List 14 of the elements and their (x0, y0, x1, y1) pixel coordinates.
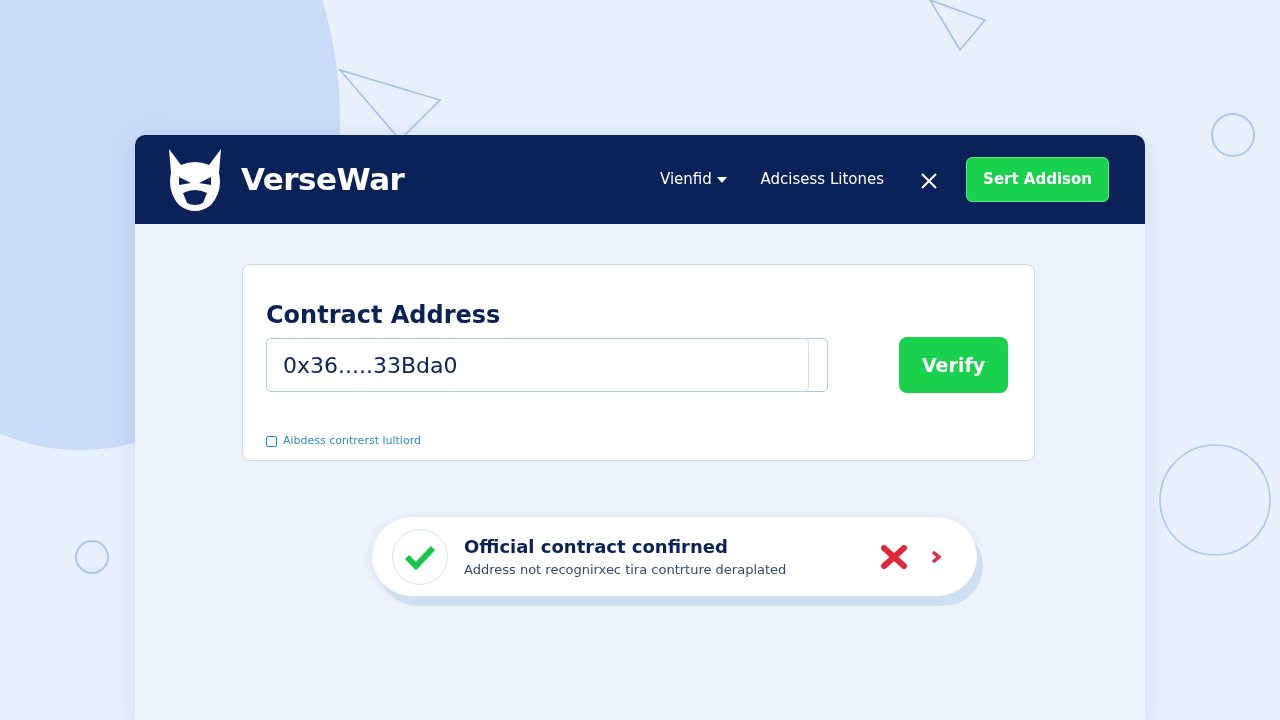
triangle-shape (928, 0, 987, 52)
toast-title: Official contract confirned (464, 535, 729, 560)
nav-link[interactable]: Adcisess Litones (760, 168, 885, 191)
chevron-right-icon[interactable] (931, 549, 941, 564)
address-input[interactable]: 0x36.....33Bda0 (266, 338, 828, 392)
caret-icon (716, 176, 727, 183)
brand-name: VerseWar (241, 160, 405, 200)
checkbox[interactable] (266, 435, 277, 447)
toast-message: Address not recognirxec tira contrture deraplated (464, 561, 787, 580)
nav-dropdown[interactable]: Vienfid (660, 168, 727, 191)
checkbox-label: Aibdess contrerst lultiord (283, 433, 421, 449)
card-title: Contract Address (266, 300, 502, 331)
ring-shape (1211, 113, 1255, 157)
ring-shape (75, 540, 109, 574)
